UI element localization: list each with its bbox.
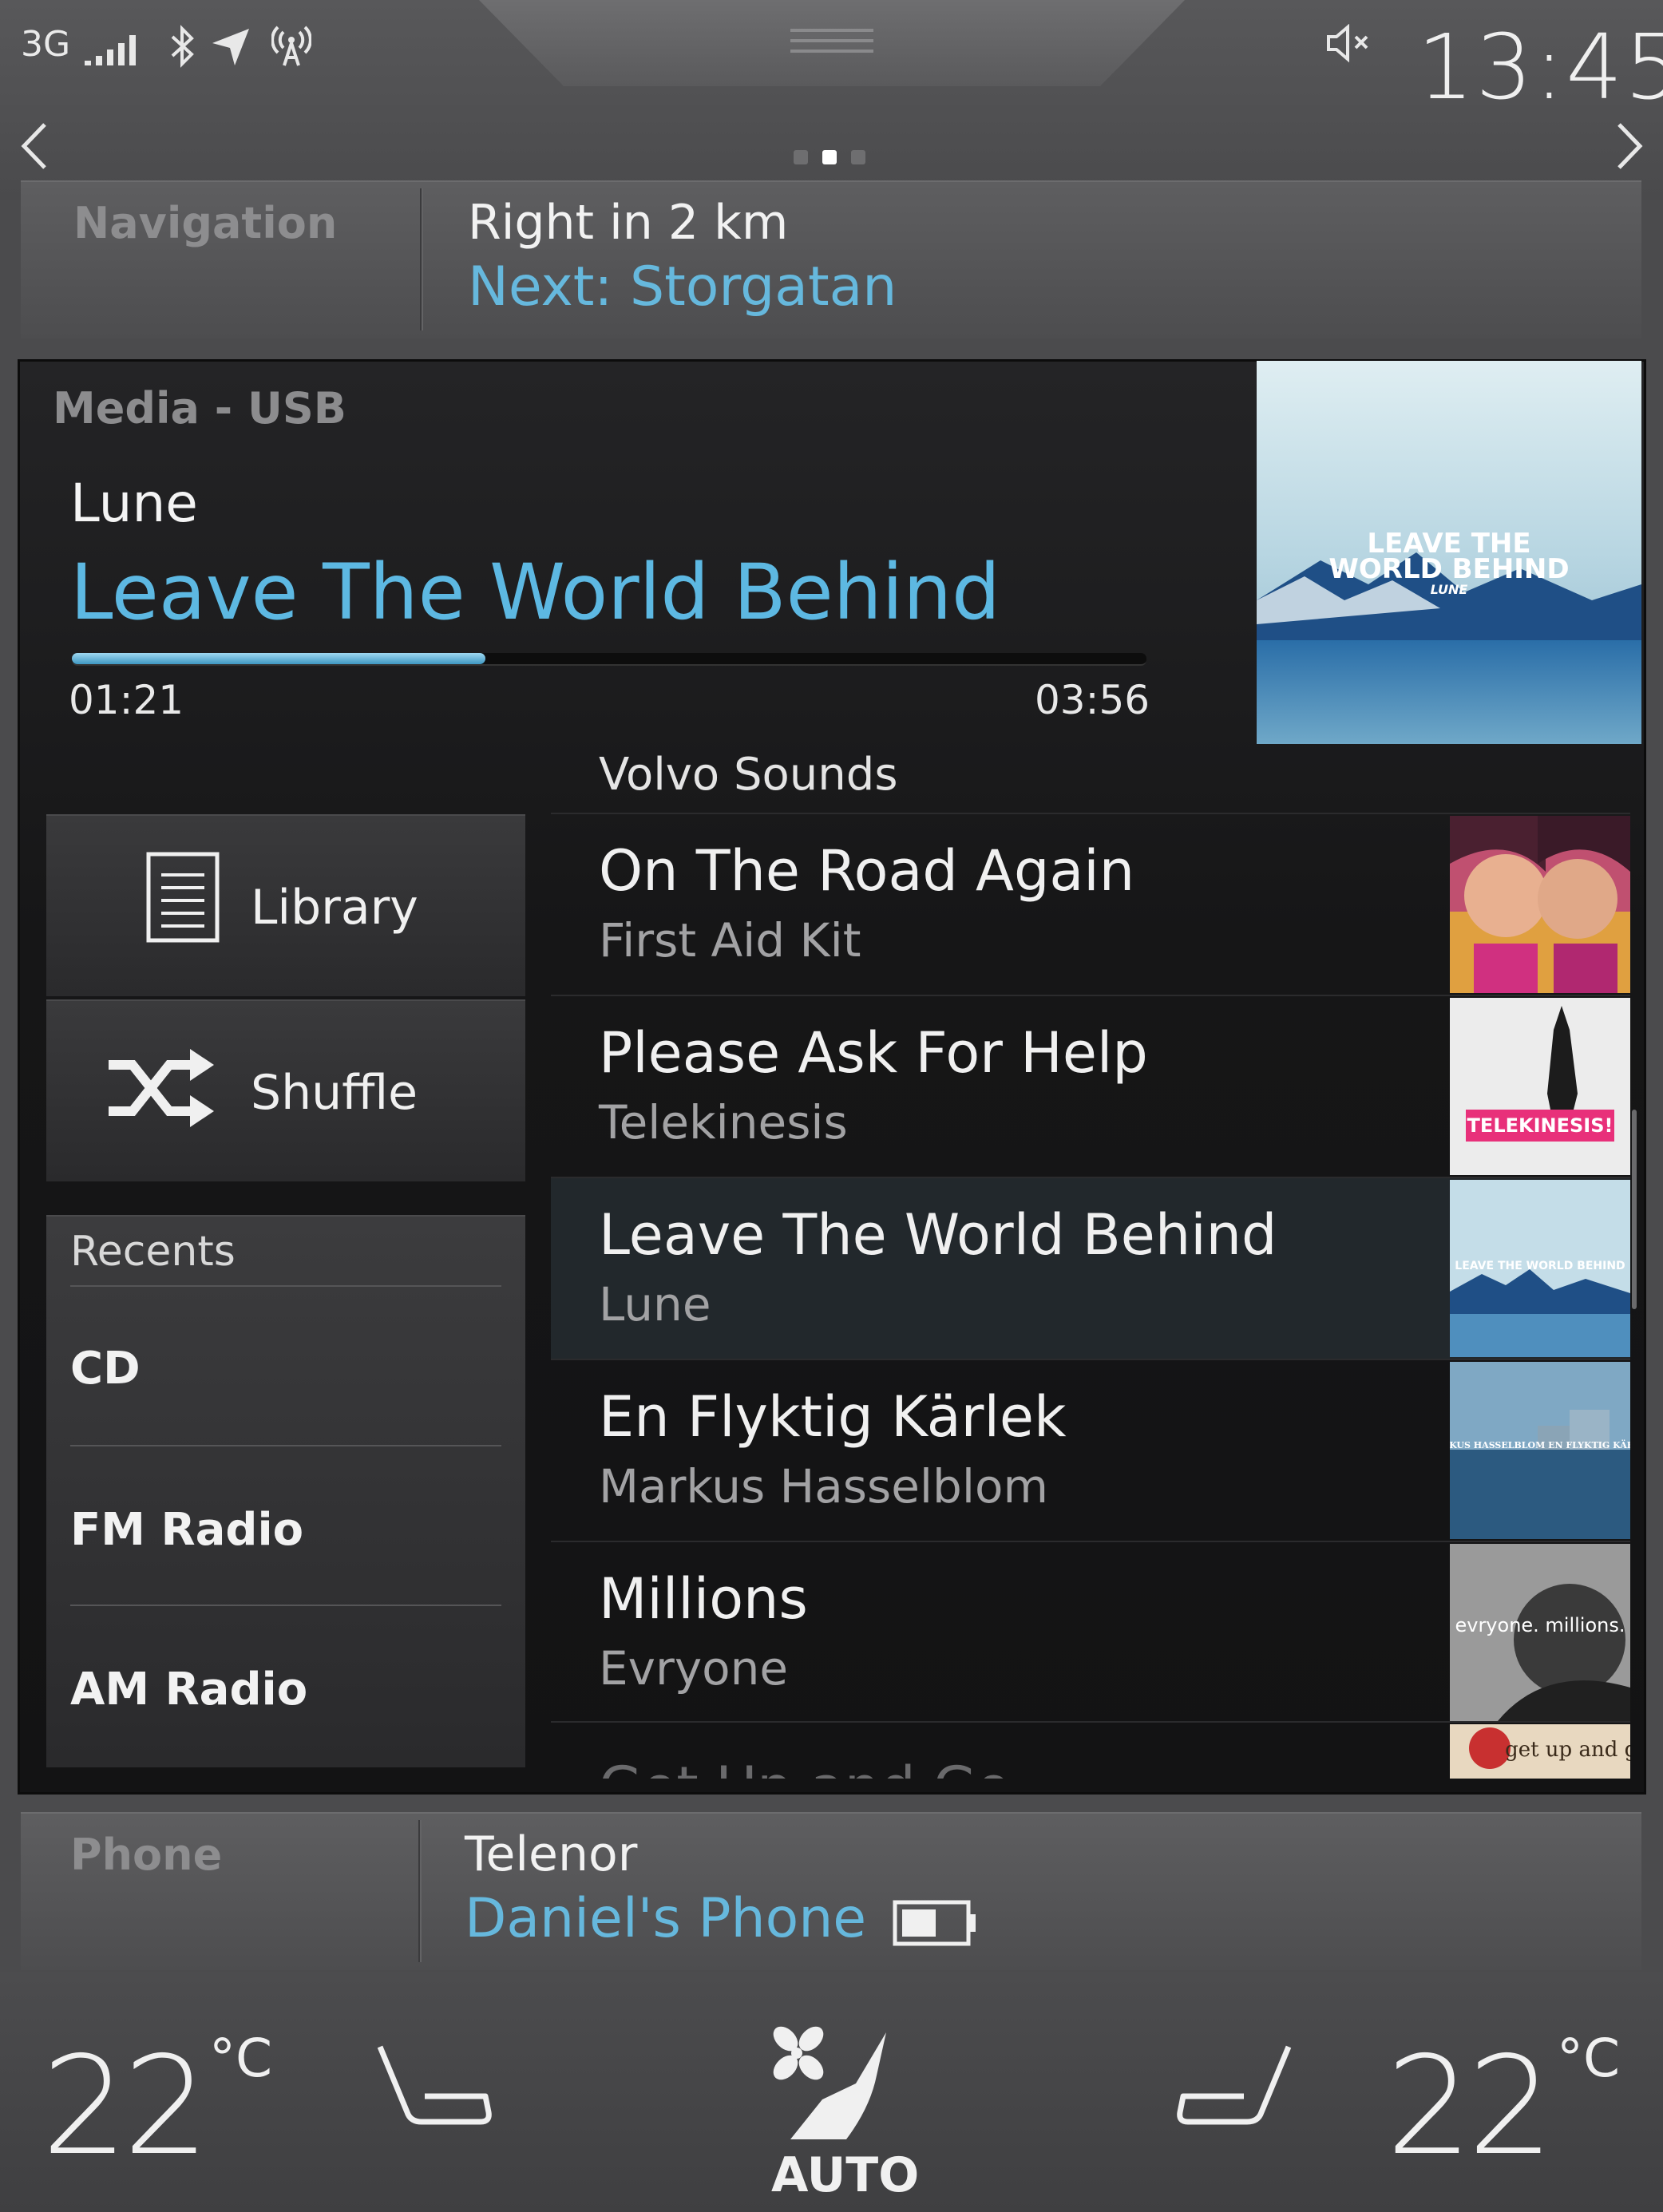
track-artist: First Aid Kit <box>599 913 861 968</box>
time-total: 03:56 <box>1035 677 1150 723</box>
recent-item-cd[interactable]: CD <box>70 1343 141 1395</box>
track-cover: evryone. millions. <box>1450 1544 1630 1721</box>
shuffle-label: Shuffle <box>251 1065 418 1121</box>
playlist-row[interactable]: En Flyktig Kärlek Markus Hasselblom MARK… <box>551 1359 1630 1541</box>
now-playing-artist: Lune <box>70 473 198 534</box>
track-cover: MARKUS HASSELBLOM EN FLYKTIG KÄRLEK <box>1450 1362 1630 1539</box>
bluetooth-icon <box>171 25 194 68</box>
shuffle-icon <box>109 1049 214 1127</box>
track-title: On The Road Again <box>599 838 1135 904</box>
navigation-card[interactable]: Navigation Right in 2 km Next: Storgatan <box>21 180 1641 338</box>
library-label: Library <box>251 880 418 936</box>
track-artist: Evryone <box>599 1641 789 1696</box>
track-cover <box>1450 816 1630 993</box>
page-dot <box>794 150 808 164</box>
cover-text: evryone. millions. <box>1455 1614 1625 1636</box>
left-temperature[interactable]: 22 <box>42 2028 209 2186</box>
cover-text: TELEKINESIS! <box>1467 1114 1614 1137</box>
playlist-row-partial[interactable]: Get Up and Go get up and go <box>551 1721 1630 1779</box>
playlist-row[interactable]: Please Ask For Help Telekinesis TELEKINE… <box>551 995 1630 1177</box>
temperature-unit: °C <box>209 2028 273 2089</box>
playlist-title: Volvo Sounds <box>599 749 898 801</box>
page-dot-current <box>822 150 837 164</box>
divider <box>70 1285 501 1287</box>
divider <box>418 1820 422 1962</box>
temperature-unit: °C <box>1557 2028 1621 2089</box>
list-icon <box>146 852 220 943</box>
track-cover: LEAVE THE WORLD BEHIND <box>1450 1180 1630 1357</box>
track-title: Leave The World Behind <box>599 1202 1277 1268</box>
card-title: Phone <box>70 1830 223 1880</box>
cover-text: LEAVE THE WORLD BEHIND <box>1455 1260 1625 1272</box>
track-title: Get Up and Go <box>599 1755 1011 1779</box>
phone-carrier: Telenor <box>465 1826 638 1882</box>
now-playing-title: Leave The World Behind <box>70 548 1000 637</box>
driver-seat-heat-icon[interactable] <box>375 2040 495 2144</box>
cover-text: get up and go <box>1505 1738 1630 1762</box>
track-title: En Flyktig Kärlek <box>599 1384 1067 1450</box>
battery-icon <box>893 1900 976 1946</box>
passenger-seat-heat-icon[interactable] <box>1174 2040 1293 2144</box>
track-cover: get up and go <box>1450 1724 1630 1779</box>
card-title: Navigation <box>73 198 338 248</box>
divider <box>70 1605 501 1606</box>
right-temperature[interactable]: 22 <box>1386 2028 1554 2186</box>
phone-device: Daniel's Phone <box>465 1887 867 1950</box>
library-button[interactable]: Library <box>46 814 525 996</box>
wifi-hotspot-icon <box>271 26 311 66</box>
album-cover[interactable]: LEAVE THE WORLD BEHIND LUNE <box>1257 361 1641 744</box>
page-indicator <box>790 148 870 166</box>
playlist-row-active[interactable]: Leave The World Behind Lune LEAVE THE WO… <box>551 1177 1630 1359</box>
divider <box>420 188 423 330</box>
recent-item-fm-radio[interactable]: FM Radio <box>70 1504 303 1556</box>
signal-bars-icon <box>85 35 136 65</box>
network-type: 3G <box>21 24 71 65</box>
location-arrow-icon <box>212 29 249 65</box>
climate-auto-button[interactable]: AUTO <box>771 2147 919 2203</box>
speaker-muted-icon[interactable] <box>1325 24 1376 64</box>
track-artist: Telekinesis <box>599 1095 848 1150</box>
page-dot <box>851 150 865 164</box>
recents-title: Recents <box>70 1228 236 1276</box>
media-source: Media - USB <box>53 383 346 433</box>
drag-handle-lines <box>790 29 873 61</box>
track-title: Please Ask For Help <box>599 1020 1148 1086</box>
track-title: Millions <box>599 1566 808 1632</box>
track-cover: TELEKINESIS! <box>1450 998 1630 1175</box>
scrollbar[interactable] <box>1632 1110 1637 1309</box>
previous-page-icon[interactable] <box>19 120 51 172</box>
progress-bar[interactable] <box>72 653 1146 666</box>
shuffle-button[interactable]: Shuffle <box>46 999 525 1181</box>
phone-card[interactable]: Phone Telenor Daniel's Phone <box>21 1812 1641 1970</box>
track-artist: Markus Hasselblom <box>599 1459 1048 1514</box>
playlist-row[interactable]: On The Road Again First Aid Kit <box>551 813 1630 995</box>
nav-instruction: Right in 2 km <box>468 195 789 251</box>
progress-fill <box>72 653 486 664</box>
cover-text: LUNE <box>1431 582 1468 597</box>
clock: 13:45 <box>1417 16 1663 120</box>
divider <box>70 1445 501 1446</box>
track-artist: Lune <box>599 1277 711 1332</box>
cover-text: WORLD BEHIND <box>1328 553 1569 585</box>
nav-next-street: Next: Storgatan <box>468 255 897 319</box>
playlist-row[interactable]: Millions Evryone evryone. millions. <box>551 1541 1630 1723</box>
fan-airflow-icon[interactable] <box>766 2020 902 2147</box>
cover-text: MARKUS HASSELBLOM EN FLYKTIG KÄRLEK <box>1450 1439 1630 1450</box>
time-elapsed: 01:21 <box>69 677 184 723</box>
recent-item-am-radio[interactable]: AM Radio <box>70 1664 307 1715</box>
next-page-icon[interactable] <box>1613 120 1645 172</box>
